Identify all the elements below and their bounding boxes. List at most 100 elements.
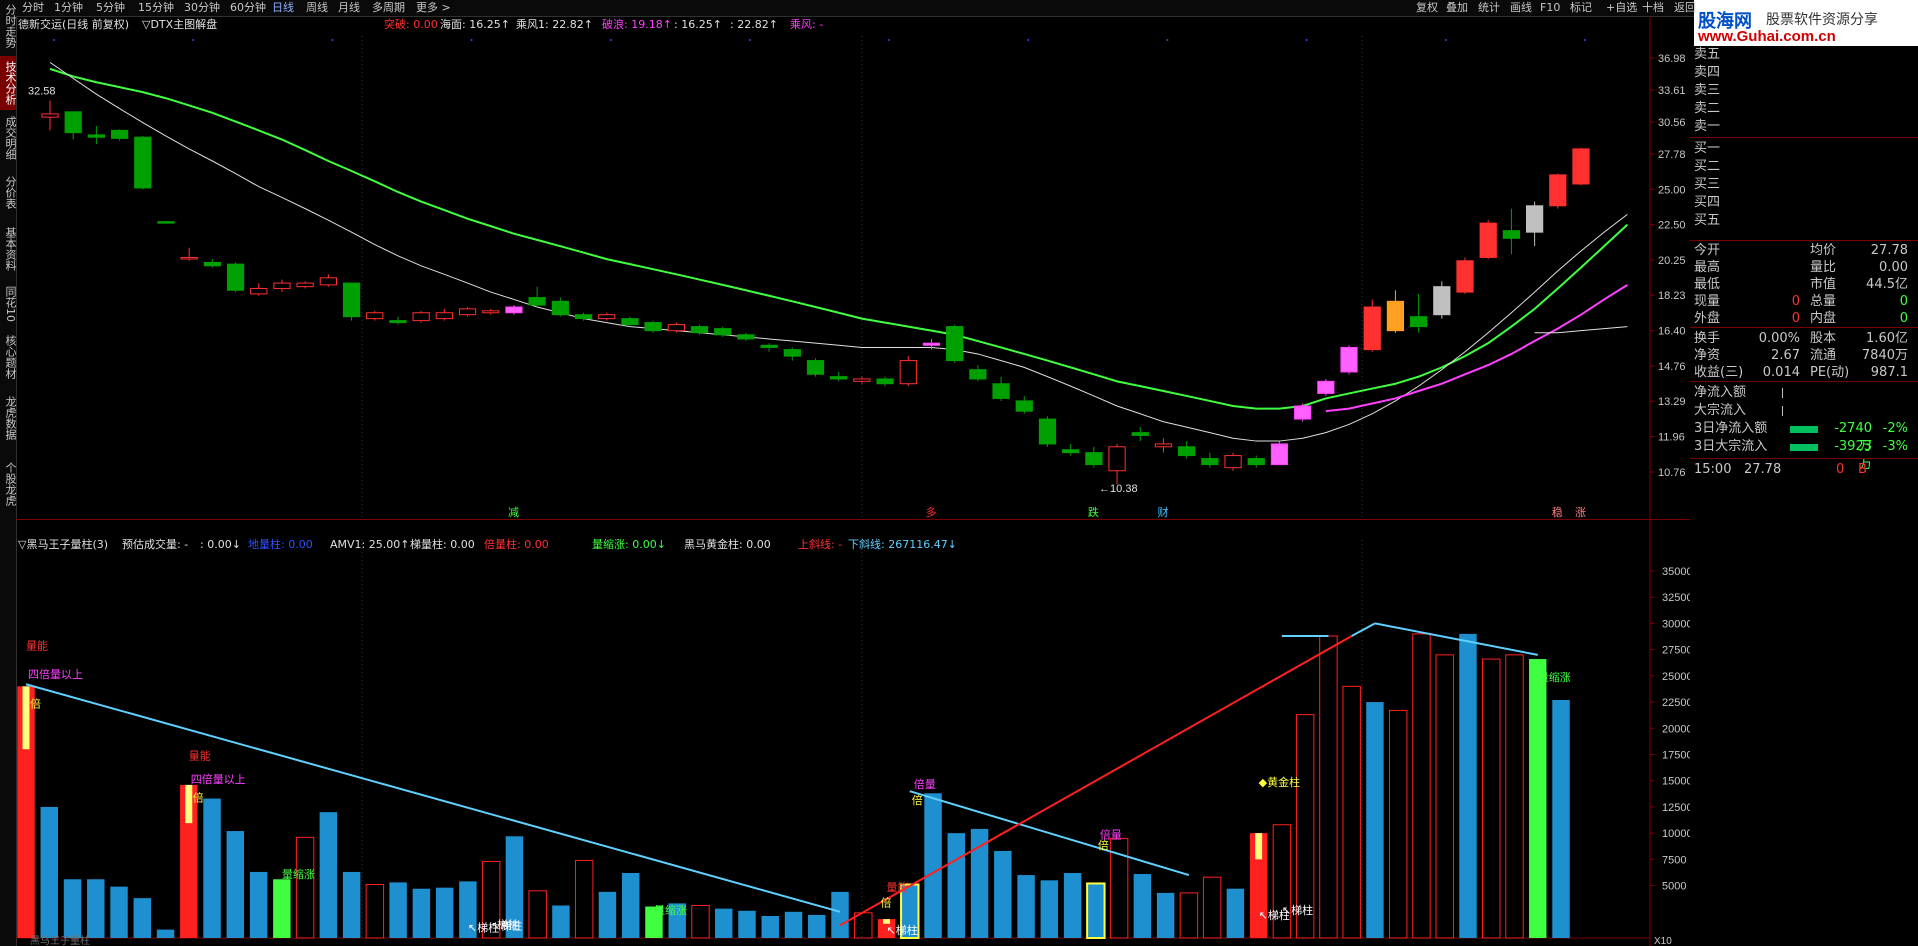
volume-signal-label: 倍 (30, 696, 41, 710)
candle (505, 305, 523, 315)
volume-axis-label: 30000 (1662, 618, 1690, 630)
period-tab-5[interactable]: 60分钟 (230, 1, 266, 15)
tick-side: B (1858, 462, 1867, 477)
candle (1062, 443, 1080, 456)
toolbar-button-1[interactable]: 叠加 (1446, 1, 1468, 15)
candle-body (1479, 222, 1497, 258)
volume-bar (761, 915, 779, 938)
candle-body (1108, 446, 1126, 472)
left-nav-tab-8[interactable]: 个股龙虎 (0, 452, 17, 516)
period-tab-10[interactable]: 更多 > (416, 1, 451, 15)
logo-slogan: 股票软件资源分享 (1766, 12, 1878, 28)
candle-body (296, 282, 314, 288)
tick-volume: 0 (1836, 462, 1845, 477)
candle-body (1433, 286, 1451, 316)
candle-body (621, 318, 639, 326)
quote-row: 今开 均价 27.78 (1694, 242, 1914, 259)
candle (1108, 443, 1126, 485)
candle (528, 286, 546, 307)
chart-signal-label: 多 (925, 505, 936, 519)
candle (969, 365, 987, 382)
candle-body (922, 342, 941, 346)
period-tab-2[interactable]: 5分钟 (96, 1, 125, 15)
signal-dot (609, 39, 612, 41)
volume-bar (40, 806, 58, 938)
period-tab-4[interactable]: 30分钟 (184, 1, 220, 15)
candle (1247, 455, 1265, 468)
toolbar-button-4[interactable]: F10 (1540, 1, 1560, 15)
left-nav-tab-1[interactable]: 技术分析 (0, 56, 17, 110)
candle-body (1131, 432, 1149, 436)
logo-url: www.Guhai.com.cn (1698, 28, 1836, 45)
candle-body (1340, 346, 1358, 373)
candle (296, 281, 314, 289)
period-tab-1[interactable]: 1分钟 (54, 1, 83, 15)
candle-body (899, 360, 917, 385)
left-nav-tab-7[interactable]: 龙虎数据 (0, 386, 17, 450)
left-nav-tab-6[interactable]: 核心题材 (0, 330, 17, 384)
chart-signal-label: 财 (1157, 505, 1168, 519)
toolbar-button-0[interactable]: 复权 (1416, 1, 1438, 15)
left-nav-tab-0[interactable]: 分时走势 (0, 0, 17, 52)
order-book-bid-4: 买五 (1694, 213, 1721, 228)
quote-right-value: 0.00 (1879, 260, 1908, 275)
quote-label: 外盘 (1694, 311, 1721, 326)
volume-bar-highlight (1255, 833, 1263, 860)
quote-right-value: 44.5亿 (1866, 277, 1908, 292)
fundamentals-row: 收益(三) 0.014 PE(动) 987.1 (1694, 364, 1914, 381)
period-tab-7[interactable]: 周线 (306, 1, 328, 15)
flow-tick (1782, 406, 1783, 416)
toolbar-button-7[interactable]: 十档 (1642, 1, 1664, 15)
volume-signal-label: 四倍量以上 (191, 772, 246, 786)
candle-body (1038, 418, 1057, 445)
volume-bar (1412, 633, 1431, 939)
price-axis-label: 25.00 (1658, 184, 1686, 196)
left-nav-tab-2[interactable]: 成交明细 (0, 112, 17, 164)
volume-bar (1552, 699, 1570, 938)
signal-dot (53, 39, 55, 41)
left-nav-tab-5[interactable]: 同花10 (0, 280, 17, 328)
left-nav-tab-4[interactable]: 基本资料 (0, 220, 17, 278)
volume-signal-label: 量能 (189, 749, 211, 763)
candle (1015, 395, 1033, 414)
toolbar-button-5[interactable]: 标记 (1570, 1, 1592, 15)
candle (1224, 452, 1242, 471)
volume-chart[interactable]: 35000 32500 30000 27500 25000 22500 20000 17500… (16, 520, 1690, 946)
volume-axis-label: 5000 (1662, 881, 1686, 893)
period-tab-0[interactable]: 分时 (22, 1, 44, 15)
price-axis-label: 14.76 (1658, 361, 1686, 373)
volume-bar (574, 859, 594, 939)
toolbar-button-6[interactable]: +自选 (1606, 1, 1637, 15)
volume-signal-label: 量能 (887, 880, 909, 894)
volume-bar (621, 872, 640, 938)
toolbar-button-3[interactable]: 画线 (1510, 1, 1532, 15)
quote-label: 现量 (1694, 294, 1721, 309)
quote-right-label: 总量 (1810, 294, 1837, 309)
period-tab-3[interactable]: 15分钟 (138, 1, 174, 15)
volume-bar (1086, 882, 1106, 940)
volume-axis-label: 35000 (1662, 566, 1690, 578)
candle-body (946, 326, 964, 362)
flow-label: 3日净流入额 (1694, 421, 1768, 436)
volume-signal-label: 倍 (1098, 838, 1109, 852)
candle (1479, 220, 1497, 260)
period-tab-6[interactable]: 日线 (272, 1, 294, 15)
candle (134, 136, 152, 190)
volume-signal-label: ◆黄金柱 (1259, 775, 1300, 789)
volume-bar (412, 888, 431, 938)
bottom-status: 黑马王子量柱 (30, 934, 90, 946)
candle-body (250, 287, 268, 295)
toolbar-button-2[interactable]: 统计 (1478, 1, 1500, 15)
quote-right-label: 量比 (1810, 260, 1837, 275)
fund-divider (1690, 327, 1918, 328)
period-tab-8[interactable]: 月线 (338, 1, 360, 15)
volume-signal-label: 倍 (912, 793, 923, 807)
period-tab-9[interactable]: 多周期 (372, 1, 405, 15)
left-nav-tab-3[interactable]: 分价表 (0, 166, 17, 218)
candle (1294, 403, 1312, 422)
price-chart[interactable]: 36.98 33.61 30.56 27.78 25.00 22.50 20.25 18.23… (16, 16, 1690, 520)
volume-bar (924, 793, 942, 938)
toolbar-button-8[interactable]: 返回 (1674, 1, 1696, 15)
candle-body (1015, 400, 1033, 412)
candle (319, 274, 337, 287)
